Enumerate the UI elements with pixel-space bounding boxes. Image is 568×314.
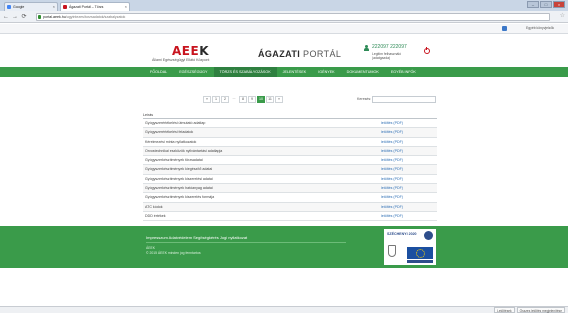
minimize-button[interactable]: – — [527, 1, 539, 8]
browser-statusbar: Letöltések Összes letöltés megjelenítése — [0, 306, 568, 313]
table-row: DDD értékek letöltés (PDF) — [143, 212, 437, 222]
table-row: Kérelmezési minta nyilatkozatok letöltés … — [143, 138, 437, 147]
table-row: Orvostechnikai eszközök nyilvántartási a… — [143, 146, 437, 157]
downloads-button[interactable]: Letöltések — [494, 307, 515, 313]
nav-item-egeszsegugy[interactable]: Egészségügy — [173, 67, 213, 77]
download-link[interactable]: letöltés (PDF) — [381, 147, 403, 156]
page-button[interactable]: 8 — [239, 96, 247, 103]
close-tab-icon[interactable]: × — [53, 3, 55, 11]
szechenyi-logo: SZÉCHENYI 2020 — [384, 229, 436, 265]
table-header: Leírás — [143, 112, 437, 119]
user-id[interactable]: 222097 222097 — [372, 44, 407, 50]
page-button-active[interactable]: 10 — [257, 96, 265, 103]
download-link[interactable]: letöltés (PDF) — [381, 212, 403, 221]
nav-item-egyeb[interactable]: Egyéb infók — [385, 67, 422, 77]
lock-icon — [38, 15, 41, 19]
download-link[interactable]: letöltés (PDF) — [381, 128, 403, 137]
nav-item-fooldal[interactable]: Főoldal — [144, 67, 173, 77]
eu-banner — [407, 260, 433, 263]
table-row: Gyógyszerkészítmények kiszerelés formája… — [143, 193, 437, 203]
document-table: Leírás Gyógyszerértékelési útmutató adat… — [143, 112, 437, 222]
bookmarks-bar: Egyéb könyvjelzők — [0, 24, 568, 34]
bookmark-star-icon[interactable]: ☆ — [560, 12, 565, 19]
page-next-button[interactable]: » — [275, 96, 283, 103]
table-row: Gyógyszerkészítmények törzsadatai letölté… — [143, 156, 437, 166]
hungary-crest-icon — [388, 245, 396, 257]
download-link[interactable]: letöltés (PDF) — [381, 138, 403, 147]
browser-tabbar: Google × Ágazati Portál – Törzs × – □ × — [0, 0, 568, 11]
page-button[interactable]: 2 — [221, 96, 229, 103]
download-link[interactable]: letöltés (PDF) — [381, 193, 403, 202]
download-link[interactable]: letöltés (PDF) — [381, 184, 403, 193]
logout-icon[interactable] — [424, 47, 430, 54]
browser-toolbar: ← → ⟳ portal.aeek.hu/ugyintezes/torzsada… — [0, 11, 568, 23]
maximize-button[interactable]: □ — [540, 1, 552, 8]
site-footer: Impresszum Adatvédelem Segítségkérés Jog… — [0, 226, 568, 268]
forward-arrow-icon[interactable]: → — [11, 13, 19, 21]
page-button[interactable]: 9 — [248, 96, 256, 103]
logo-subtitle: Állami Egészségügyi Ellátó Központ — [152, 58, 210, 62]
favicon-icon — [63, 5, 67, 9]
browser-tab-2[interactable]: Ágazati Portál – Törzs × — [60, 2, 130, 11]
footer-divider — [146, 242, 346, 243]
download-link[interactable]: letöltés (PDF) — [381, 119, 403, 128]
szechenyi-badge-text: SZÉCHENYI 2020 — [387, 232, 417, 236]
user-role-detail: (adatgazda) — [372, 56, 391, 60]
table-row: ATC kódok letöltés (PDF) — [143, 202, 437, 212]
search-input[interactable] — [372, 96, 436, 103]
portal-title: ÁGAZATI PORTÁL — [258, 49, 342, 59]
table-row: Gyógyszerértékelési útmutató adatlap letö… — [143, 119, 437, 129]
browser-tab-1[interactable]: Google × — [4, 2, 58, 11]
bookmark-folder-icon[interactable] — [502, 26, 507, 31]
nav-item-igenyek[interactable]: Igények — [312, 67, 340, 77]
nav-item-torzs[interactable]: Törzs és szabályozások — [213, 67, 277, 77]
close-tab-icon[interactable]: × — [125, 3, 127, 11]
table-row: Gyógyszerkészítmények kiszerelési adatai… — [143, 175, 437, 185]
download-link[interactable]: letöltés (PDF) — [381, 175, 403, 184]
footer-links[interactable]: Impresszum Adatvédelem Segítségkérés Jog… — [146, 235, 247, 240]
nav-item-jelentesek[interactable]: Jelentések — [277, 67, 313, 77]
main-nav: Főoldal Egészségügy Törzs és szabályozás… — [0, 67, 568, 77]
table-row: Gyógyszerkészítmények hatóanyag adatai le… — [143, 184, 437, 194]
szechenyi-emblem-icon — [424, 231, 433, 240]
close-window-button[interactable]: × — [553, 1, 565, 8]
download-link[interactable]: letöltés (PDF) — [381, 203, 403, 212]
page-button[interactable]: 1 — [212, 96, 220, 103]
window-controls: – □ × — [527, 1, 565, 8]
footer-org: ÁEEK — [146, 246, 156, 250]
download-link[interactable]: letöltés (PDF) — [381, 156, 403, 165]
aeek-logo[interactable]: AEEK — [172, 44, 209, 58]
show-all-downloads-button[interactable]: Összes letöltés megjelenítése — [516, 307, 565, 313]
page-prev-button[interactable]: « — [203, 96, 211, 103]
user-icon — [364, 45, 369, 51]
footer-copyright: © 2015 ÁEEK minden jog fenntartva — [146, 251, 201, 255]
other-bookmarks[interactable]: Egyéb könyvjelzők — [526, 26, 554, 30]
address-bar[interactable]: portal.aeek.hu/ugyintezes/torzsadatok/sz… — [36, 13, 550, 21]
pagination: « 1 2 ... 8 9 10 11 » — [203, 96, 283, 103]
nav-item-dokumentumok[interactable]: Dokumentumok — [341, 67, 385, 77]
site-header: AEEK Állami Egészségügyi Ellátó Központ … — [0, 35, 568, 67]
reload-icon[interactable]: ⟳ — [20, 13, 28, 21]
search-label: Keresés: — [357, 97, 372, 101]
page-button[interactable]: 11 — [266, 96, 274, 103]
download-link[interactable]: letöltés (PDF) — [381, 165, 403, 174]
page-ellipsis: ... — [232, 96, 236, 100]
table-row: Gyógyszerértékelési feladatok letöltés (P… — [143, 128, 437, 138]
table-row: Gyógyszerkészítmények kiegészítő adatai l… — [143, 165, 437, 175]
favicon-icon — [7, 5, 11, 9]
eu-flag-icon — [407, 247, 433, 259]
back-arrow-icon[interactable]: ← — [2, 13, 10, 21]
